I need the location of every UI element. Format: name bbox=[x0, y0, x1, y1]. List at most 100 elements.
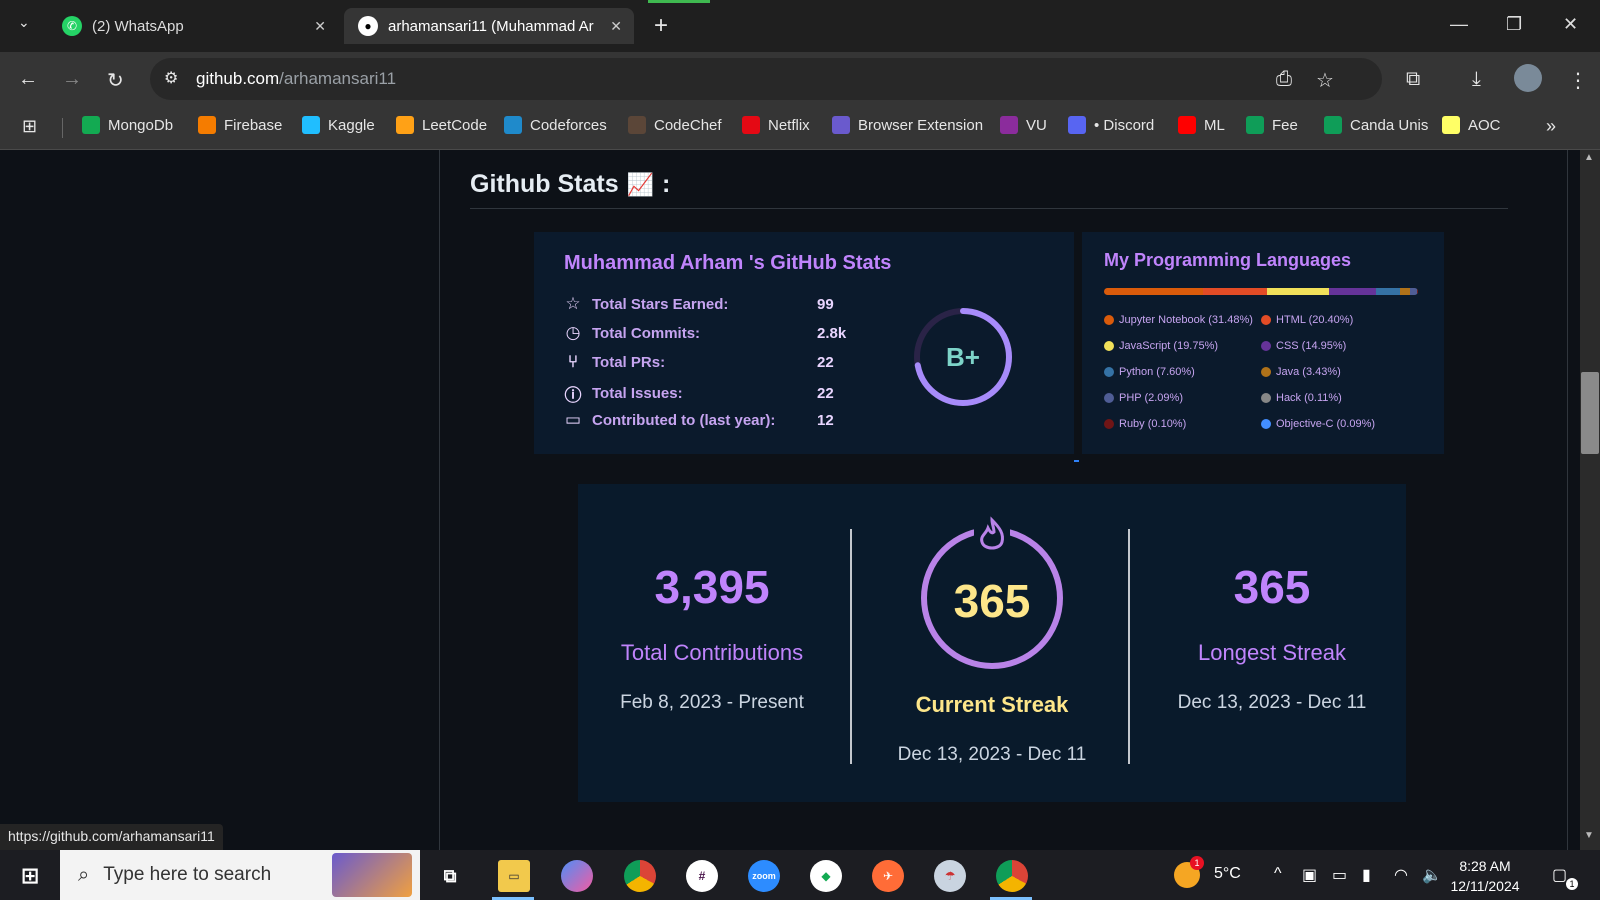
notification-count: 1 bbox=[1566, 878, 1578, 890]
tab-search-chevron-icon[interactable]: ⌄ bbox=[18, 14, 30, 31]
bookmark-star-icon[interactable]: ☆ bbox=[1316, 68, 1334, 93]
section-divider bbox=[470, 208, 1508, 209]
download-icon[interactable]: ⤓ bbox=[1472, 68, 1481, 91]
install-app-icon[interactable]: ⎙ bbox=[1276, 68, 1292, 91]
bookmark-codechef[interactable]: CodeChef bbox=[628, 116, 722, 134]
language-legend-item: Python (7.60%) bbox=[1104, 366, 1195, 378]
scrollbar-thumb[interactable] bbox=[1581, 372, 1599, 454]
longest-streak-value: 365 bbox=[1233, 561, 1311, 613]
url-text[interactable]: github.com/arhamansari11 bbox=[196, 69, 396, 89]
stat-row: ▭ Contributed to (last year): 12 bbox=[564, 410, 834, 430]
language-legend-item: JavaScript (19.75%) bbox=[1104, 340, 1218, 352]
bookmark-label: Netflix bbox=[768, 116, 810, 134]
stat-value: 22 bbox=[817, 385, 834, 402]
language-bar-segment bbox=[1375, 288, 1400, 295]
bookmark-firebase[interactable]: Firebase bbox=[198, 116, 282, 134]
chrome-icon[interactable] bbox=[624, 860, 656, 892]
forward-icon[interactable]: → bbox=[62, 68, 82, 91]
bookmark-canda-unis[interactable]: Canda Unis bbox=[1324, 116, 1428, 134]
meet-icon[interactable]: ▣ bbox=[1302, 865, 1317, 885]
postman-icon[interactable]: ✈ bbox=[872, 860, 904, 892]
bookmark-leetcode[interactable]: LeetCode bbox=[396, 116, 487, 134]
language-bar-segment bbox=[1399, 288, 1411, 295]
apps-icon[interactable]: ⊞ bbox=[22, 116, 37, 137]
site-settings-icon[interactable]: ⚙ bbox=[164, 68, 178, 88]
task-view-icon[interactable]: ⧉ bbox=[434, 860, 466, 892]
minimize-icon[interactable]: — bbox=[1450, 14, 1468, 35]
language-color-dot bbox=[1261, 315, 1271, 325]
current-streak-label: Current Streak bbox=[915, 692, 1069, 717]
scroll-up-icon[interactable]: ▲ bbox=[1584, 152, 1594, 163]
chrome-profile-icon[interactable] bbox=[996, 860, 1028, 892]
zoom-icon[interactable]: zoom bbox=[748, 860, 780, 892]
github-stats-card[interactable]: Muhammad Arham 's GitHub Stats ☆ Total St… bbox=[534, 232, 1074, 454]
languages-card[interactable]: My Programming Languages Jupyter Noteboo… bbox=[1082, 232, 1444, 454]
mongodb-compass-icon[interactable]: ◆ bbox=[810, 860, 842, 892]
streak-stats-card[interactable]: 3,395 Total Contributions Feb 8, 2023 - … bbox=[578, 484, 1406, 802]
bookmark-mongodb[interactable]: MongoDb bbox=[82, 116, 173, 134]
close-window-icon[interactable]: ✕ bbox=[1563, 14, 1578, 35]
address-bar[interactable]: ⚙ github.com/arhamansari11 ⎙ ☆ bbox=[150, 58, 1382, 100]
repo-icon: ▭ bbox=[564, 410, 582, 429]
bookmark-fee[interactable]: Fee bbox=[1246, 116, 1298, 134]
back-icon[interactable]: ← bbox=[18, 68, 38, 91]
restore-icon[interactable]: ❐ bbox=[1506, 14, 1522, 35]
language-color-dot bbox=[1104, 419, 1114, 429]
profile-avatar[interactable] bbox=[1514, 64, 1542, 92]
slack-icon[interactable]: # bbox=[686, 860, 718, 892]
wifi-icon[interactable]: ◠ bbox=[1394, 865, 1408, 885]
close-icon[interactable]: ✕ bbox=[314, 18, 326, 35]
windows-start-icon[interactable]: ⊞ bbox=[14, 860, 46, 892]
more-bookmarks-icon[interactable]: » bbox=[1546, 116, 1556, 137]
netflix-icon bbox=[742, 116, 760, 134]
copilot-icon[interactable] bbox=[561, 860, 593, 892]
menu-icon[interactable]: ⋮ bbox=[1568, 68, 1588, 93]
display-icon[interactable]: ▭ bbox=[1332, 865, 1347, 885]
app-icon[interactable]: ☂ bbox=[934, 860, 966, 892]
clock-date: 12/11/2024 bbox=[1450, 878, 1520, 894]
extension-icon bbox=[832, 116, 850, 134]
divider bbox=[1074, 460, 1079, 462]
bookmark-vu[interactable]: VU bbox=[1000, 116, 1047, 134]
clock-time: 8:28 AM bbox=[1459, 858, 1511, 874]
url-path: /arhamansari11 bbox=[279, 69, 397, 88]
sheets-icon bbox=[1246, 116, 1264, 134]
page-scrollbar[interactable] bbox=[1580, 150, 1600, 850]
close-icon[interactable]: ✕ bbox=[610, 18, 622, 35]
bookmark-discord[interactable]: • Discord bbox=[1068, 116, 1154, 134]
section-title-text: Github Stats bbox=[470, 170, 619, 198]
bookmark-browser-extension[interactable]: Browser Extension bbox=[832, 116, 983, 134]
bookmark-codeforces[interactable]: Codeforces bbox=[504, 116, 607, 134]
star-icon bbox=[1442, 116, 1460, 134]
bookmark-aoc[interactable]: AOC bbox=[1442, 116, 1501, 134]
weather-temp[interactable]: 5°C bbox=[1214, 865, 1241, 883]
language-color-dot bbox=[1104, 315, 1114, 325]
bookmark-label: CodeChef bbox=[654, 116, 722, 134]
tab-whatsapp[interactable]: ✆ (2) WhatsApp ✕ bbox=[48, 8, 338, 44]
new-tab-button[interactable]: + bbox=[654, 12, 668, 40]
language-legend-item: Ruby (0.10%) bbox=[1104, 418, 1186, 430]
battery-icon[interactable]: ▮ bbox=[1362, 865, 1371, 885]
bookmark-label: Firebase bbox=[224, 116, 283, 134]
scroll-down-icon[interactable]: ▼ bbox=[1584, 830, 1594, 841]
taskbar-search-input[interactable]: ⌕ Type here to search bbox=[60, 850, 420, 900]
chevron-up-icon[interactable]: ^ bbox=[1274, 865, 1282, 883]
link-status-bar: https://github.com/arhamansari11 bbox=[0, 824, 223, 850]
file-explorer-icon[interactable]: ▭ bbox=[498, 860, 530, 892]
bookmark-label: AOC bbox=[1468, 116, 1501, 134]
reload-icon[interactable]: ↻ bbox=[107, 68, 124, 93]
volume-icon[interactable]: 🔈 bbox=[1422, 865, 1442, 885]
language-legend-item: CSS (14.95%) bbox=[1261, 340, 1346, 352]
stat-row: ◷ Total Commits: 2.8k bbox=[564, 323, 847, 343]
clock[interactable]: 8:28 AM 12/11/2024 bbox=[1440, 856, 1530, 896]
bookmark-ml[interactable]: ML bbox=[1178, 116, 1225, 134]
github-icon: ● bbox=[358, 16, 378, 36]
sheets-icon bbox=[1324, 116, 1342, 134]
language-label: PHP (2.09%) bbox=[1119, 392, 1183, 404]
extensions-icon[interactable]: ⧉ bbox=[1406, 68, 1420, 91]
bookmark-kaggle[interactable]: Kaggle bbox=[302, 116, 375, 134]
language-color-dot bbox=[1261, 367, 1271, 377]
tab-github[interactable]: ● arhamansari11 (Muhammad Ar ✕ bbox=[344, 8, 634, 44]
notifications-icon[interactable]: ▢ bbox=[1552, 865, 1567, 885]
bookmark-netflix[interactable]: Netflix bbox=[742, 116, 810, 134]
